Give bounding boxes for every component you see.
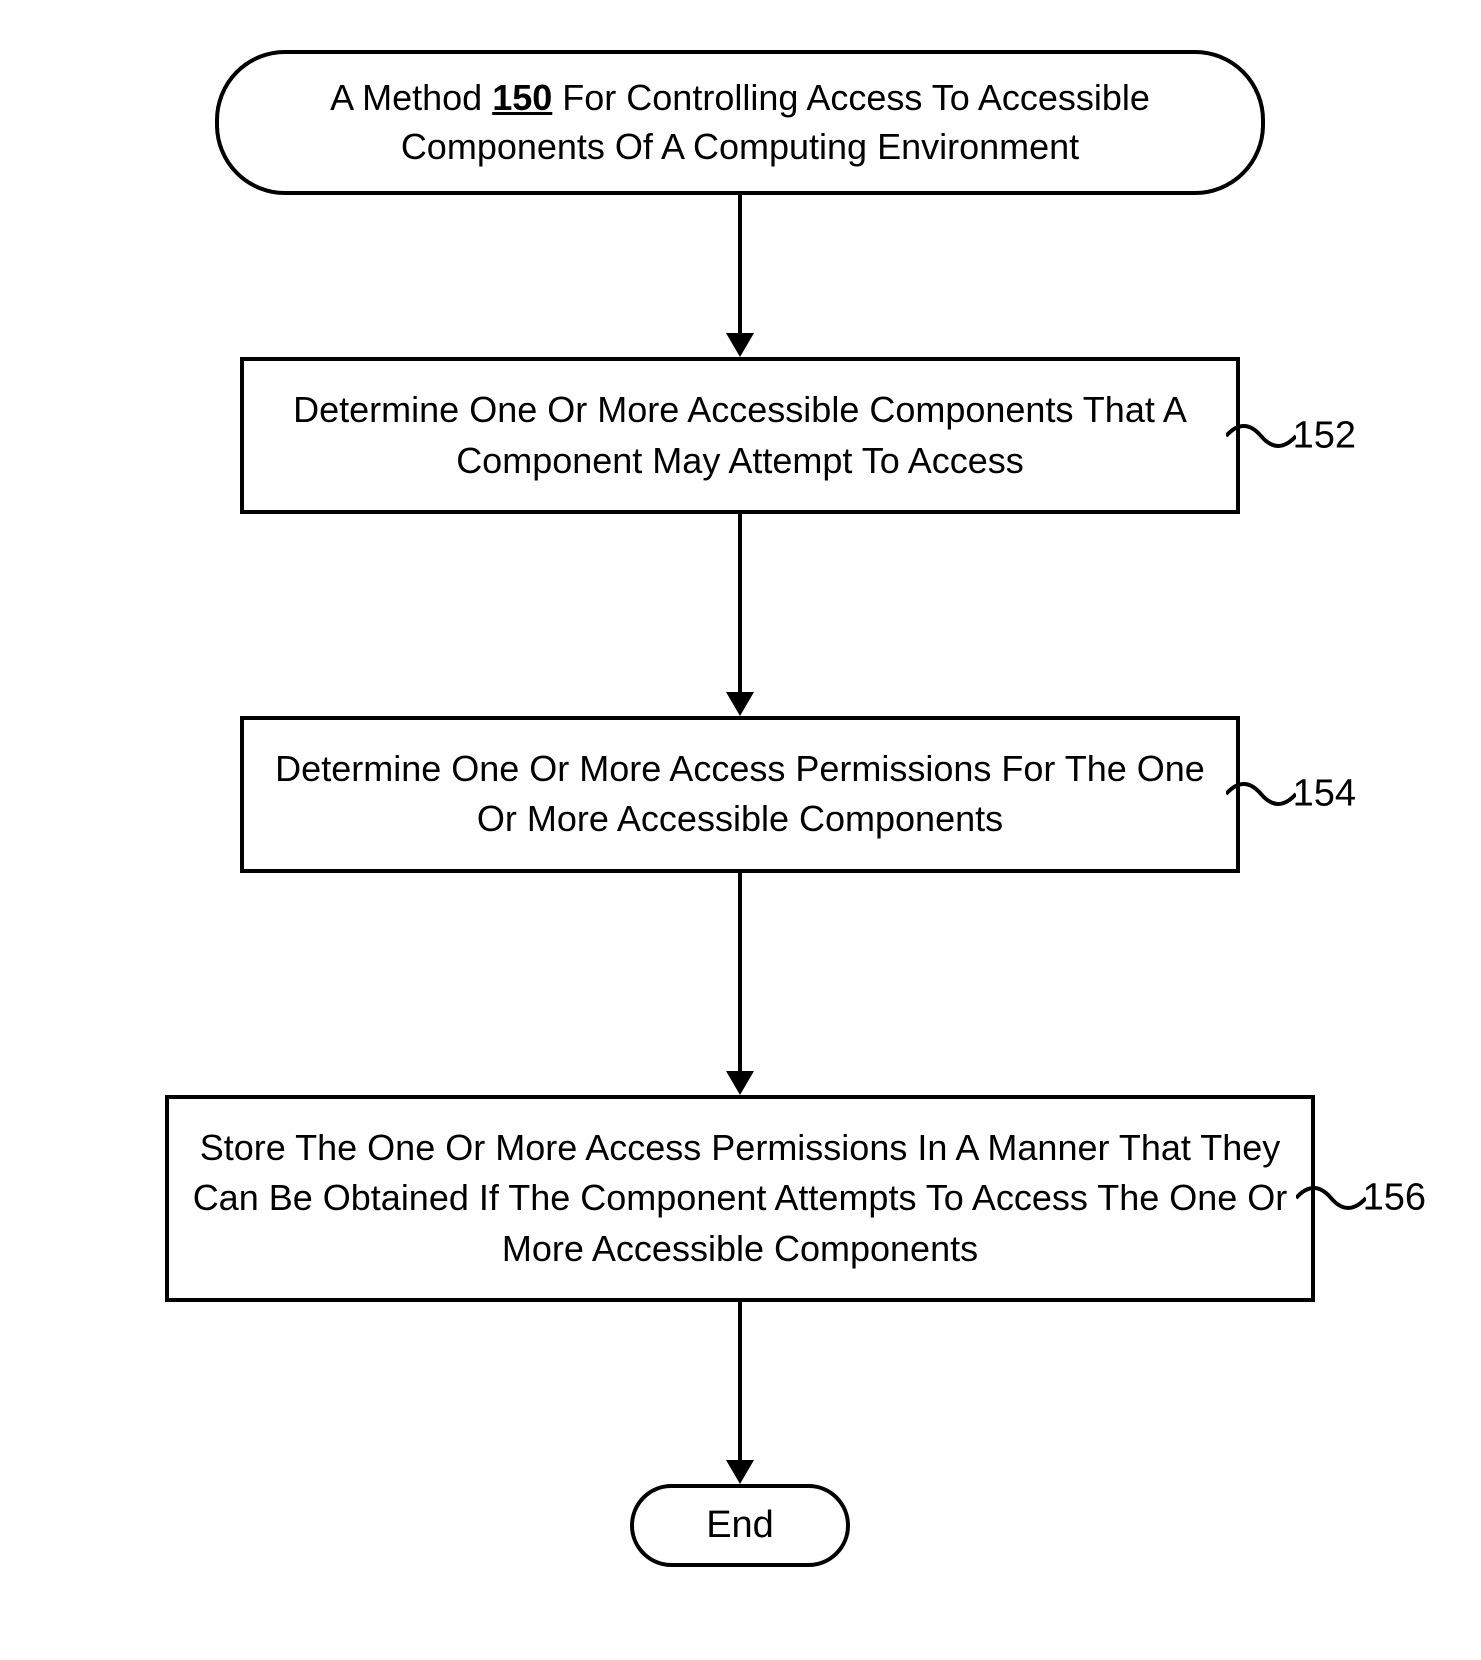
start-ref-number: 150 [492,77,552,118]
start-prefix: A Method [330,77,492,118]
ref-connector-3 [1296,1178,1366,1218]
process-step-3: Store The One Or More Access Permissions… [165,1095,1315,1302]
process-step-2: Determine One Or More Access Permissions… [240,716,1240,873]
ref-connector-2 [1226,774,1296,814]
ref-connector-1 [1226,416,1296,456]
ref-label-2: 154 [1293,768,1356,821]
process-step-1: Determine One Or More Accessible Compone… [240,357,1240,514]
terminator-end: End [630,1484,850,1567]
step-3-text: Store The One Or More Access Permissions… [193,1127,1288,1269]
ref-label-1: 152 [1293,409,1356,462]
arrow-1 [100,514,1380,716]
step-2-text: Determine One Or More Access Permissions… [275,748,1205,839]
step-1-text: Determine One Or More Accessible Compone… [293,389,1187,480]
flowchart-container: A Method 150 For Controlling Access To A… [100,50,1380,1567]
terminator-start: A Method 150 For Controlling Access To A… [215,50,1265,195]
arrow-0 [100,195,1380,357]
ref-label-3: 156 [1363,1172,1426,1225]
end-text: End [706,1504,774,1546]
arrow-2 [100,873,1380,1095]
arrow-3 [100,1302,1380,1484]
